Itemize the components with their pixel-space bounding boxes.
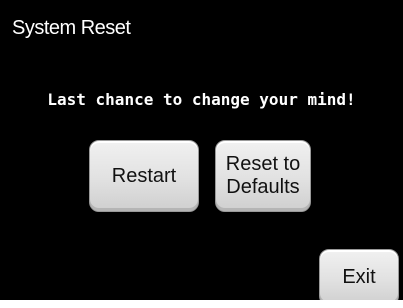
screen-title: System Reset <box>12 17 131 39</box>
exit-button[interactable]: Exit <box>319 249 399 300</box>
restart-button[interactable]: Restart <box>89 140 199 212</box>
system-reset-screen: System Reset Last chance to change your … <box>0 0 403 300</box>
reset-to-defaults-button-label: Reset to Defaults <box>225 153 301 198</box>
restart-button-label: Restart <box>111 164 177 187</box>
warning-message: Last chance to change your mind! <box>47 90 356 109</box>
reset-to-defaults-button[interactable]: Reset to Defaults <box>215 140 311 212</box>
exit-button-label: Exit <box>342 266 376 288</box>
